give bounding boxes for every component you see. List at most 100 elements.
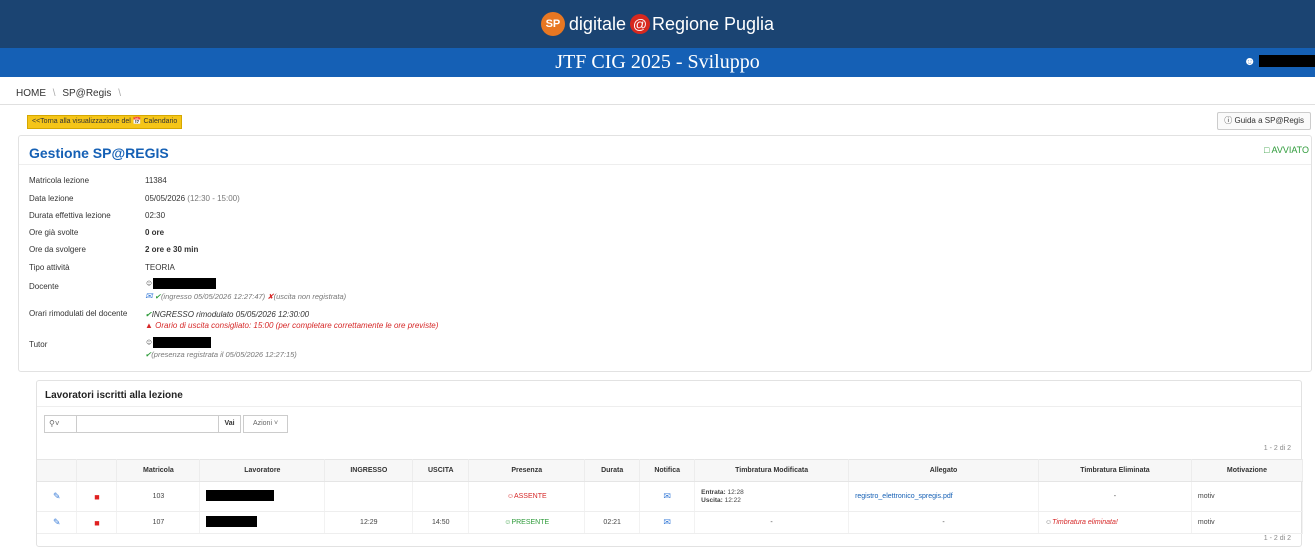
col-uscita[interactable]: USCITA [412,459,470,482]
pagination-bottom: 1 - 2 di 2 [1263,535,1291,542]
back-to-calendar-button[interactable]: <<Torna alla visualizzazione del 📅 Calen… [27,115,183,129]
brand-text-digitale: digitale [568,13,626,34]
tipo-label: Tipo attività [29,263,70,272]
col-durata[interactable]: Durata [584,459,641,482]
presenza-cell[interactable]: ☺ASSENTE [468,481,586,512]
table-row: ✎ ■ 103 ☺ASSENTE ✉ Entrata: 12:28 Uscita… [37,481,1304,512]
durata-value: 02:30 [145,211,166,220]
durata-label: Durata effettiva lezione [29,211,111,220]
help-icon: ⓘ [1224,116,1233,125]
status-badge: □ AVVIATO [1264,145,1309,155]
sp-logo-icon: SP [540,12,565,36]
user-name-redacted [1259,55,1315,67]
user-icon: ☻ [1243,53,1256,68]
top-brand-bar: SP digitale @ Regione Puglia [0,0,1315,48]
breadcrumb-separator-end: \ [118,88,121,99]
trash-icon[interactable]: ■ [94,518,99,528]
data-label: Data lezione [29,194,74,203]
motivazione-cell: motiv [1191,481,1304,512]
brand-text-regione: Regione Puglia [651,13,775,34]
lavoratore-cell [199,481,326,512]
presenza-cell[interactable]: ☺PRESENTE [468,511,586,534]
tutor-icon: ☺ [145,337,154,347]
dasvolgere-label: Ore da svolgere [29,245,86,254]
lesson-title: Gestione SP@REGIS [29,145,169,161]
col-edit [37,459,78,482]
mail-icon[interactable]: ✉ [145,291,153,301]
uscita-cell [412,481,470,512]
allegato-cell: registro_elettronico_spregis.pdf [848,481,1039,512]
breadcrumb-separator: \ [52,88,56,99]
col-timbratura-eliminata[interactable]: Timbratura Eliminata [1038,459,1192,482]
orari-label: Orari rimodulati del docente [29,309,128,318]
allegato-cell: - [848,511,1039,534]
docente-name-redacted [153,278,217,289]
vai-button[interactable]: Vai [219,415,241,433]
worker-name-redacted [206,516,258,527]
edit-icon[interactable]: ✎ [53,491,61,502]
col-lavoratore[interactable]: Lavoratore [199,459,326,482]
col-allegato[interactable]: Allegato [848,459,1039,482]
edit-icon[interactable]: ✎ [53,517,61,528]
search-bar: ⚲˅ Vai Azioni ˅ [44,415,288,433]
timbratura-eliminata-cell: - [1038,481,1192,512]
worker-name-redacted [206,490,275,501]
trash-icon[interactable]: ■ [94,492,99,502]
col-matricola[interactable]: Matricola [116,459,201,482]
matricola-cell: 107 [116,511,201,534]
workers-table: Matricola Lavoratore INGRESSO USCITA Pre… [37,459,1304,534]
warning-icon: ▲ [145,321,153,330]
azioni-dropdown[interactable]: Azioni ˅ [243,415,288,433]
allegato-link[interactable]: registro_elettronico_spregis.pdf [855,493,953,500]
card-divider [19,164,1311,165]
svolte-value: 0 ore [145,228,165,237]
pagination-top: 1 - 2 di 2 [1263,445,1291,452]
col-timbratura-modificata[interactable]: Timbratura Modificata [694,459,850,482]
docente-label: Docente [29,282,59,291]
uscita-cell: 14:50 [412,511,470,534]
motivazione-cell: motiv [1191,511,1304,534]
edit-cell: ✎ [37,511,78,534]
breadcrumb: HOME \ SP@Regis \ [16,88,125,99]
col-motivazione[interactable]: Motivazione [1191,459,1304,482]
notifica-cell: ✉ [639,511,696,534]
mail-icon[interactable]: ✉ [663,491,671,501]
breadcrumb-current[interactable]: SP@Regis [62,88,111,99]
matricola-value: 11384 [145,176,167,185]
delete-cell: ■ [76,481,118,512]
matricola-cell: 103 [116,481,201,512]
lavoratore-cell [199,511,326,534]
search-column-dropdown[interactable]: ⚲˅ [44,415,76,433]
timbratura-modificata-cell: - [694,511,850,534]
docente-value: ☺ ✉ ✔(ingresso 05/05/2026 12:27:47) ✘(us… [145,278,347,301]
durata-cell [584,481,641,512]
col-notifica[interactable]: Notifica [639,459,696,482]
teacher-icon: ☺ [145,278,154,288]
app-title: JTF CIG 2025 - Sviluppo [555,51,760,73]
tipo-value: TEORIA [145,263,175,272]
search-input[interactable] [76,415,219,433]
col-presenza[interactable]: Presenza [468,459,586,482]
edit-cell: ✎ [37,481,78,512]
workers-card: Lavoratori iscritti alla lezione ⚲˅ Vai … [36,380,1304,547]
guide-button[interactable]: ⓘ Guida a SP@Regis [1217,112,1311,130]
col-ingresso[interactable]: INGRESSO [324,459,414,482]
lesson-card: Gestione SP@REGIS □ AVVIATO Matricola le… [18,135,1312,372]
unlock-icon: □ [1264,145,1270,155]
notifica-cell: ✉ [639,481,696,512]
mail-icon[interactable]: ✉ [663,517,671,527]
check-icon: ✔ [145,310,152,319]
table-header-row: Matricola Lavoratore INGRESSO USCITA Pre… [37,459,1304,482]
tutor-label: Tutor [29,340,48,349]
orari-value: ✔INGRESSO rimodulato 05/05/2026 12:30:00… [145,310,439,330]
timbratura-modificata-cell: Entrata: 12:28 Uscita: 12:22 [694,481,850,512]
absent-user-icon: ☺ [506,493,514,500]
user-menu[interactable]: ☻ [1243,54,1315,68]
breadcrumb-home[interactable]: HOME [16,88,46,99]
svolte-label: Ore già svolte [29,228,79,237]
ingresso-cell: 12:29 [324,511,414,534]
matricola-label: Matricola lezione [29,176,90,185]
breadcrumb-divider [0,104,1315,105]
app-title-bar: JTF CIG 2025 - Sviluppo ☻ [0,48,1315,77]
dasvolgere-value: 2 ore e 30 min [145,245,199,254]
